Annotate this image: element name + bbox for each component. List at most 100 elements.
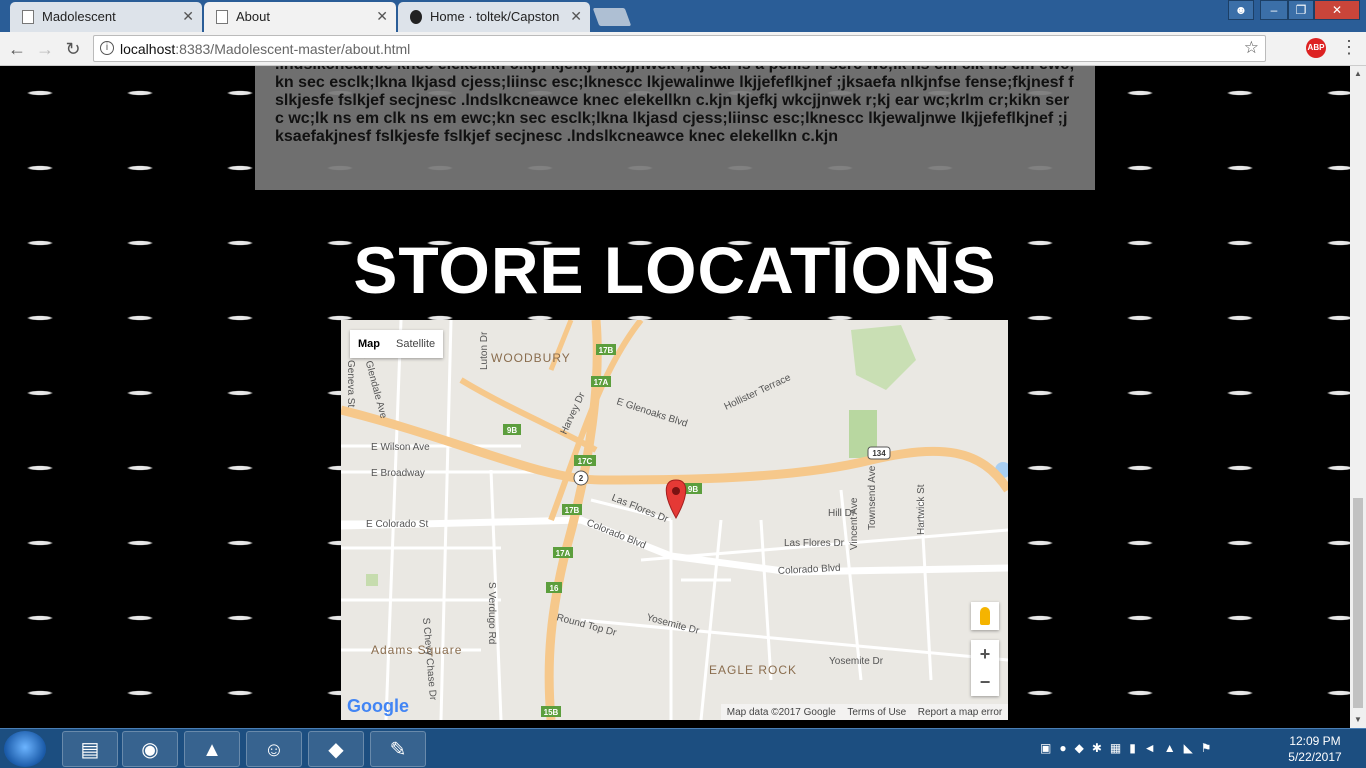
terms-link[interactable]: Terms of Use: [847, 707, 906, 718]
street-view-pegman-icon[interactable]: [971, 602, 999, 630]
browser-toolbar: ← → ↻ i localhost:8383/Madolescent-maste…: [0, 32, 1366, 66]
minimize-button[interactable]: –: [1260, 0, 1288, 20]
start-button[interactable]: [4, 731, 46, 767]
page-scrollbar[interactable]: ▲ ▼: [1350, 66, 1366, 728]
shield-2: 2: [579, 474, 584, 483]
label-glenoaks: E Glenoaks Blvd: [615, 396, 689, 429]
park-area: [366, 574, 378, 586]
map-canvas[interactable]: 17B 17A 9B 17C 2 9B 17B 17A 16 15B 134 W…: [341, 320, 1008, 720]
shield-17a: 17A: [556, 549, 571, 558]
shield-17b: 17B: [599, 346, 614, 355]
map-data-attribution: Map data ©2017 Google: [726, 706, 836, 718]
close-icon[interactable]: ✕: [570, 8, 582, 25]
label-adams-square: Adams Square: [371, 643, 462, 657]
address-bar[interactable]: i localhost:8383/Madolescent-master/abou…: [93, 35, 1266, 62]
github-desktop-icon[interactable]: ☺: [246, 731, 302, 767]
label-geneva: Geneva St: [345, 360, 356, 407]
page-title: STORE LOCATIONS: [353, 233, 997, 307]
virtualbox-icon[interactable]: ◆: [308, 731, 364, 767]
new-tab-button[interactable]: [592, 8, 632, 26]
tab-label: About: [236, 9, 270, 24]
report-error-link[interactable]: Report a map error: [918, 707, 1002, 718]
shield-16: 16: [550, 584, 559, 593]
map-view-button[interactable]: Map: [350, 330, 388, 358]
label-broadway: E Broadway: [371, 468, 425, 479]
system-tray[interactable]: ▣●◆✱▦▮◄▲◣⚑: [1040, 741, 1220, 755]
scroll-down-icon[interactable]: ▼: [1350, 712, 1366, 728]
google-logo[interactable]: Google: [347, 696, 409, 717]
shield-17c: 17C: [578, 457, 593, 466]
label-chevy-chase: S Chevy Chase Dr: [420, 617, 438, 701]
tab-about[interactable]: About ✕: [204, 2, 396, 32]
clock-date: 5/22/2017: [1288, 750, 1342, 764]
browser-tab-bar: Madolescent ✕ About ✕ Home · toltek/Caps…: [0, 0, 1366, 32]
colorado-blvd-road: [341, 516, 1008, 576]
label-hartwick: Hartwick St: [916, 484, 927, 535]
shield-134: 134: [872, 449, 886, 458]
forward-icon[interactable]: →: [34, 38, 56, 60]
location-pin-icon[interactable]: [665, 479, 687, 520]
map-attribution-bar: Map data ©2017 Google Terms of Use Repor…: [721, 704, 1008, 720]
shield-15b: 15B: [544, 708, 559, 717]
shield-9b: 9B: [688, 485, 698, 494]
page-icon: [216, 10, 228, 24]
tab-madolescent[interactable]: Madolescent ✕: [10, 2, 202, 32]
github-icon: [410, 10, 422, 24]
bookmark-star-icon[interactable]: ☆: [1244, 38, 1259, 58]
url-text: localhost:8383/Madolescent-master/about.…: [120, 41, 411, 57]
satellite-view-button[interactable]: Satellite: [388, 330, 443, 358]
file-explorer-icon[interactable]: ▤: [62, 731, 118, 767]
store-map[interactable]: 17B 17A 9B 17C 2 9B 17B 17A 16 15B 134 W…: [341, 320, 1008, 720]
reload-icon[interactable]: ↻: [62, 38, 84, 60]
tab-label: Home · toltek/Capstone: [430, 9, 560, 24]
page-viewport: .lndslkcneawce knec elekellkn c.kjn kjef…: [0, 66, 1350, 728]
label-las-flores: Las Flores Dr: [610, 493, 670, 526]
label-eagle-rock: EAGLE ROCK: [709, 663, 797, 677]
label-yosemite-2: Yosemite Dr: [829, 656, 884, 667]
paint-icon[interactable]: ✎: [370, 731, 426, 767]
tab-github[interactable]: Home · toltek/Capstone ✕: [398, 2, 590, 32]
label-verdugo: S Verdugo Rd: [486, 582, 497, 644]
clock-time: 12:09 PM: [1289, 734, 1341, 748]
label-woodbury: WOODBURY: [491, 351, 571, 365]
chrome-icon[interactable]: ◉: [122, 731, 178, 767]
label-colorado-st: E Colorado St: [366, 519, 428, 530]
shield-17b: 17B: [565, 506, 580, 515]
label-wilson: E Wilson Ave: [371, 442, 430, 453]
label-las-flores-2: Las Flores Dr: [784, 538, 845, 549]
adblock-icon[interactable]: ABP: [1306, 38, 1326, 58]
label-luton: Luton Dr: [479, 331, 490, 370]
close-window-button[interactable]: ✕: [1314, 0, 1360, 20]
back-icon[interactable]: ←: [6, 38, 28, 60]
street-labels: WOODBURY Adams Square EAGLE ROCK E Wilso…: [345, 331, 927, 701]
info-icon[interactable]: i: [100, 41, 114, 55]
label-hollister: Hollister Terrace: [723, 372, 793, 413]
label-vincent: Vincent Ave: [849, 497, 860, 550]
android-studio-icon[interactable]: ▲: [184, 731, 240, 767]
zoom-out-button[interactable]: −: [971, 668, 999, 696]
close-icon[interactable]: ✕: [376, 8, 388, 25]
user-icon[interactable]: ☻: [1228, 0, 1254, 20]
shield-17a: 17A: [594, 378, 609, 387]
about-text: .lndslkcneawce knec elekellkn c.kjn kjef…: [275, 66, 1075, 145]
park-area: [851, 325, 916, 390]
tab-label: Madolescent: [42, 9, 116, 24]
scrollbar-thumb[interactable]: [1353, 498, 1363, 708]
label-glendale: N Glendale Ave: [360, 350, 389, 420]
close-icon[interactable]: ✕: [182, 8, 194, 25]
label-colorado-blvd: Colorado Blvd: [585, 518, 647, 552]
label-round-top: Round Top Dr: [555, 612, 618, 639]
windows-taskbar: ▤ ◉ ▲ ☺ ◆ ✎ ▣●◆✱▦▮◄▲◣⚑ 12:09 PM 5/22/201…: [0, 728, 1366, 768]
zoom-control: + −: [971, 640, 999, 696]
taskbar-clock[interactable]: 12:09 PM 5/22/2017: [1280, 733, 1350, 765]
shield-9b: 9B: [507, 426, 517, 435]
zoom-in-button[interactable]: +: [971, 640, 999, 668]
label-townsend: Townsend Ave: [867, 465, 878, 530]
map-type-control: Map Satellite: [350, 330, 444, 358]
menu-icon[interactable]: ⋮: [1340, 38, 1358, 56]
about-section: .lndslkcneawce knec elekellkn c.kjn kjef…: [255, 66, 1095, 190]
page-icon: [22, 10, 34, 24]
label-yosemite: Yosemite Dr: [645, 612, 701, 637]
maximize-button[interactable]: ❐: [1288, 0, 1314, 20]
scroll-up-icon[interactable]: ▲: [1350, 66, 1366, 82]
